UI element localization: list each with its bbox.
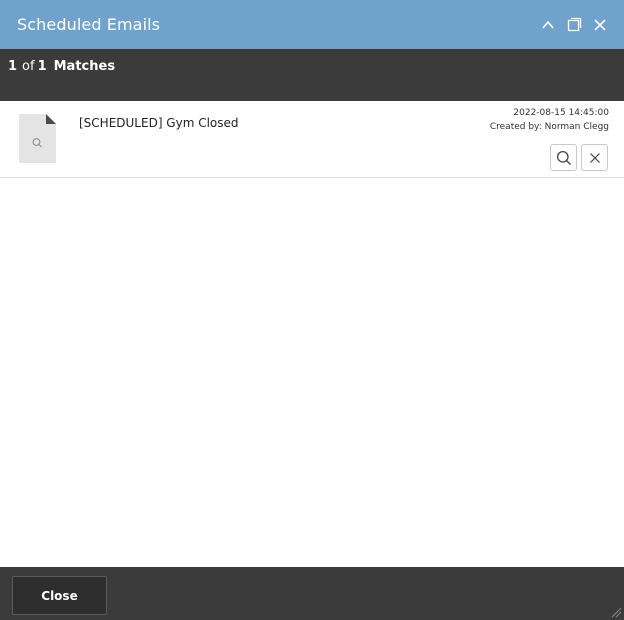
scheduled-date: 2022-08-15 14:45:00	[513, 108, 609, 118]
maximize-icon	[567, 17, 581, 32]
document-preview-icon	[19, 114, 56, 163]
close-icon	[594, 18, 606, 31]
list-item[interactable]: [SCHEDULED] Gym Closed 2022-08-15 14:45:…	[0, 101, 624, 178]
close-button[interactable]: Close	[12, 576, 107, 615]
document-thumbnail[interactable]	[19, 114, 56, 163]
match-count: 1 of 1 Matches	[8, 59, 115, 74]
close-icon	[589, 152, 600, 163]
remove-button[interactable]	[581, 144, 608, 171]
scheduled-emails-dialog: Scheduled Emails 1 of 1 Matches [SCHEDUL…	[0, 0, 624, 620]
window-controls	[540, 0, 608, 49]
match-total: 1	[37, 59, 47, 74]
match-of-text: of	[22, 59, 35, 74]
match-current: 1	[8, 59, 18, 74]
match-count-bar: 1 of 1 Matches	[0, 49, 624, 101]
maximize-button[interactable]	[566, 17, 582, 33]
dialog-footer: Close	[0, 567, 624, 620]
collapse-button[interactable]	[540, 17, 556, 33]
search-icon	[556, 150, 571, 165]
dialog-title: Scheduled Emails	[17, 15, 161, 34]
dialog-titlebar[interactable]: Scheduled Emails	[0, 0, 624, 49]
email-subject[interactable]: [SCHEDULED] Gym Closed	[79, 116, 239, 130]
match-label: Matches	[53, 59, 116, 74]
resize-grip-icon[interactable]	[610, 606, 622, 618]
row-actions	[550, 144, 608, 171]
close-window-button[interactable]	[592, 17, 608, 33]
created-by: Created by: Norman Clegg	[489, 122, 609, 132]
chevron-up-icon	[542, 20, 554, 29]
view-button[interactable]	[550, 144, 577, 171]
